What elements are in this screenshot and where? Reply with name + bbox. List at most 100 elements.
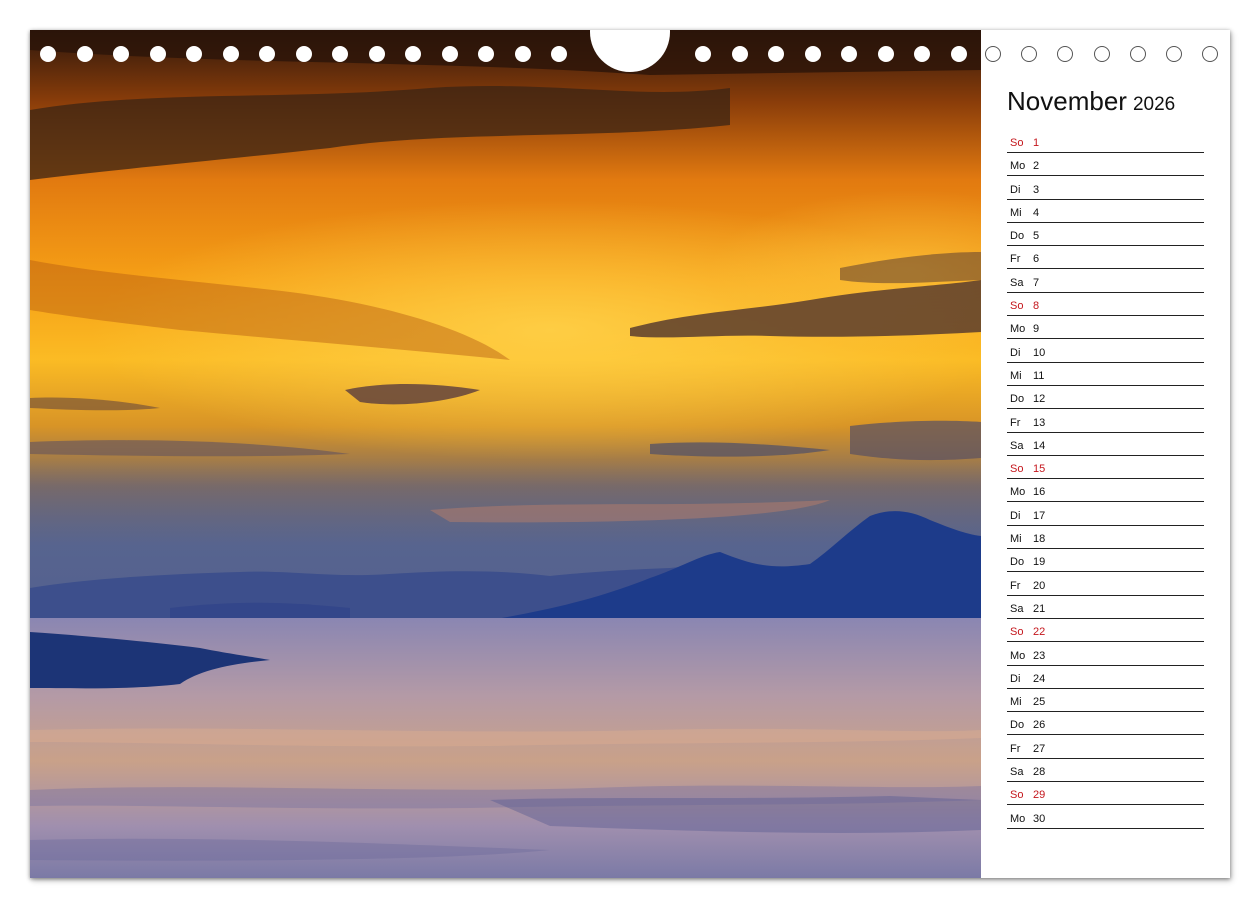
day-row: Mo 16 bbox=[1007, 479, 1204, 503]
weekday-label: Mi bbox=[1010, 369, 1022, 382]
weekday-label: Di bbox=[1010, 509, 1021, 522]
binding-hole bbox=[841, 46, 857, 62]
day-number: 22 bbox=[1033, 626, 1046, 639]
weekday-label: Sa bbox=[1010, 602, 1024, 615]
day-number: 21 bbox=[1033, 602, 1046, 615]
weekday-label: So bbox=[1010, 789, 1024, 802]
binding-hole bbox=[804, 46, 821, 62]
day-row: Do 19 bbox=[1007, 549, 1204, 573]
weekday-label: Di bbox=[1010, 183, 1021, 196]
day-number: 26 bbox=[1033, 719, 1046, 732]
day-row: Mo 23 bbox=[1007, 643, 1204, 666]
day-number: 17 bbox=[1033, 509, 1046, 522]
weekday-label: Sa bbox=[1010, 276, 1024, 289]
month-name: November bbox=[1007, 86, 1127, 116]
day-row: Fr 20 bbox=[1007, 573, 1204, 596]
day-row: So 22 bbox=[1007, 619, 1204, 643]
weekday-label: Sa bbox=[1010, 439, 1024, 452]
day-number: 28 bbox=[1033, 766, 1046, 779]
day-number: 19 bbox=[1033, 556, 1046, 569]
binding-hole bbox=[368, 46, 385, 62]
weekday-label: Mo bbox=[1010, 160, 1026, 173]
weekday-label: So bbox=[1010, 463, 1024, 476]
weekday-label: Fr bbox=[1010, 742, 1021, 755]
day-number: 4 bbox=[1033, 206, 1040, 219]
day-number: 11 bbox=[1033, 369, 1045, 382]
day-row: Di 3 bbox=[1007, 177, 1204, 200]
weekday-label: Fr bbox=[1010, 579, 1021, 592]
binding-hole bbox=[950, 46, 967, 62]
weekday-label: So bbox=[1010, 300, 1024, 313]
day-row: Mi 11 bbox=[1007, 363, 1204, 386]
day-row: Mo 9 bbox=[1007, 316, 1204, 340]
day-row: Mi 4 bbox=[1007, 200, 1204, 223]
weekday-label: Mo bbox=[1010, 323, 1026, 336]
weekday-label: Fr bbox=[1010, 253, 1021, 266]
day-row: So 1 bbox=[1007, 130, 1204, 153]
weekday-label: Mi bbox=[1010, 696, 1022, 709]
binding-hole bbox=[149, 46, 166, 62]
day-row: Di 24 bbox=[1007, 666, 1204, 689]
day-number: 27 bbox=[1033, 742, 1046, 755]
weekday-label: Di bbox=[1010, 346, 1021, 359]
day-row: Do 5 bbox=[1007, 223, 1204, 247]
weekday-label: Do bbox=[1010, 719, 1025, 732]
day-number: 9 bbox=[1033, 323, 1040, 336]
binding-hole bbox=[731, 46, 748, 62]
day-row: Di 10 bbox=[1007, 340, 1204, 363]
binding-hole bbox=[76, 46, 93, 62]
binding-hole bbox=[514, 46, 531, 62]
day-row: So 29 bbox=[1007, 782, 1204, 806]
day-row: Di 17 bbox=[1007, 503, 1204, 526]
binding-hole bbox=[478, 46, 494, 62]
weekday-label: Mo bbox=[1010, 812, 1026, 825]
day-row: Fr 13 bbox=[1007, 410, 1204, 433]
day-row: Fr 6 bbox=[1007, 246, 1204, 270]
day-number: 2 bbox=[1033, 160, 1040, 173]
weekday-label: Mi bbox=[1010, 533, 1022, 546]
binding-hole bbox=[551, 46, 567, 62]
day-number: 15 bbox=[1033, 463, 1046, 476]
binding-hole bbox=[186, 46, 202, 62]
weekday-label: Di bbox=[1010, 672, 1021, 685]
day-row: Sa 14 bbox=[1007, 433, 1204, 456]
day-row: Sa 21 bbox=[1007, 596, 1204, 619]
binding-hole bbox=[332, 46, 348, 62]
day-row: Fr 27 bbox=[1007, 736, 1204, 759]
binding-hole bbox=[113, 46, 129, 62]
binding-hole bbox=[695, 46, 711, 62]
binding-hole bbox=[40, 46, 56, 62]
sunset-photo bbox=[30, 30, 981, 878]
day-number: 20 bbox=[1033, 579, 1046, 592]
day-row: Mo 2 bbox=[1007, 153, 1204, 177]
day-number: 5 bbox=[1033, 230, 1040, 243]
day-row: Mi 18 bbox=[1007, 526, 1204, 550]
day-row: Sa 7 bbox=[1007, 270, 1204, 293]
weekday-label: Do bbox=[1010, 393, 1025, 406]
day-row: So 15 bbox=[1007, 456, 1204, 480]
day-number: 30 bbox=[1033, 812, 1046, 825]
day-row: Mi 25 bbox=[1007, 689, 1204, 713]
day-number: 3 bbox=[1033, 183, 1040, 196]
calendar-page: November 2026 So 1 Mo 2 Di 3 Mi 4 Do 5 Fr 6 Sa 7 So 8 Mo 9… bbox=[30, 30, 1230, 878]
binding-hole bbox=[914, 46, 930, 62]
weekday-label: Fr bbox=[1010, 416, 1021, 429]
weekday-label: Sa bbox=[1010, 766, 1024, 779]
month-title: November 2026 bbox=[1007, 86, 1175, 117]
sunset-landscape-image bbox=[30, 30, 981, 878]
day-number: 16 bbox=[1033, 486, 1046, 499]
day-number: 14 bbox=[1033, 439, 1046, 452]
day-list: So 1 Mo 2 Di 3 Mi 4 Do 5 Fr 6 Sa 7 So 8 Mo 9 Di 10 Mi 11 Do 12 F… bbox=[1007, 130, 1204, 829]
weekday-label: So bbox=[1010, 626, 1024, 639]
weekday-label: Mo bbox=[1010, 486, 1026, 499]
binding-hole bbox=[405, 46, 421, 62]
weekday-label: Do bbox=[1010, 556, 1025, 569]
day-row: Do 26 bbox=[1007, 712, 1204, 736]
binding-hole bbox=[259, 46, 275, 62]
day-number: 1 bbox=[1033, 137, 1040, 149]
weekday-label: Do bbox=[1010, 230, 1025, 243]
day-number: 13 bbox=[1033, 416, 1046, 429]
day-number: 23 bbox=[1033, 649, 1046, 662]
day-number: 18 bbox=[1033, 533, 1046, 546]
day-number: 10 bbox=[1033, 346, 1046, 359]
